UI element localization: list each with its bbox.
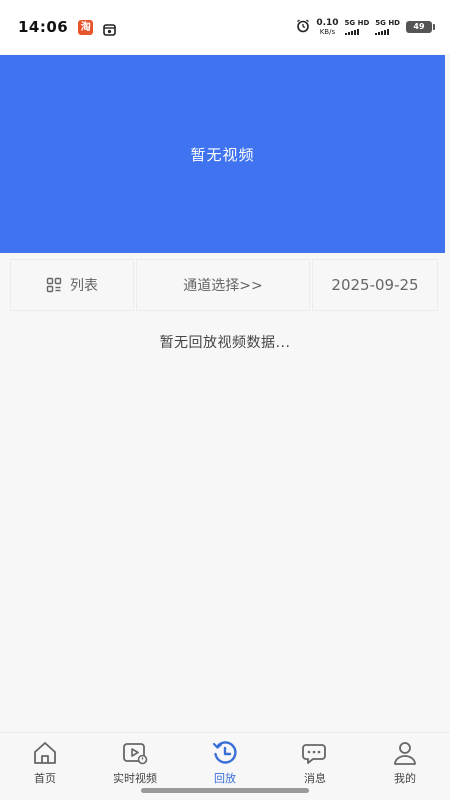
sim1-signal: 5G HD bbox=[344, 18, 370, 35]
tab-playback-label: 回放 bbox=[214, 772, 236, 785]
app-screen: 14:06 淘 0.10 KB/s 5G HD 5G HD 49 暂无视频 列表… bbox=[0, 0, 450, 800]
video-empty-text: 暂无视频 bbox=[190, 145, 255, 164]
signal-bars-icon bbox=[344, 28, 359, 35]
status-notification-icons: 淘 bbox=[78, 19, 117, 36]
date-picker-value: 2025-09-25 bbox=[331, 276, 419, 294]
profile-icon bbox=[391, 739, 419, 767]
alarm-icon bbox=[296, 18, 310, 37]
home-indicator[interactable] bbox=[141, 788, 309, 793]
live-video-icon bbox=[121, 739, 149, 767]
status-system-icons: 0.10 KB/s 5G HD 5G HD 49 bbox=[296, 17, 435, 37]
list-button-label: 列表 bbox=[70, 278, 98, 294]
home-icon bbox=[31, 739, 59, 767]
video-player[interactable]: 暂无视频 bbox=[0, 55, 445, 253]
calendar-icon bbox=[103, 21, 117, 36]
list-button[interactable]: 列表 bbox=[10, 259, 134, 311]
tab-profile-label: 我的 bbox=[394, 772, 416, 785]
tab-home-label: 首页 bbox=[34, 772, 56, 785]
tab-home[interactable]: 首页 bbox=[0, 733, 90, 800]
list-grid-icon bbox=[46, 277, 62, 293]
playback-controls: 列表 通道选择>> 2025-09-25 bbox=[10, 259, 438, 311]
message-icon bbox=[301, 739, 329, 767]
sim2-signal: 5G HD bbox=[375, 18, 400, 35]
tab-profile[interactable]: 我的 bbox=[360, 733, 450, 800]
status-time: 14:06 bbox=[18, 18, 69, 36]
network-speed-value: 0.10 bbox=[316, 17, 339, 28]
status-bar: 14:06 淘 0.10 KB/s 5G HD 5G HD 49 bbox=[0, 0, 450, 54]
battery-icon: 49 bbox=[406, 21, 435, 33]
taobao-app-icon: 淘 bbox=[78, 19, 94, 35]
network-speed-unit: KB/s bbox=[319, 27, 336, 36]
sim2-label: 5G HD bbox=[375, 18, 400, 27]
channel-select-button[interactable]: 通道选择>> bbox=[136, 259, 310, 311]
tab-messages-label: 消息 bbox=[304, 772, 326, 785]
playback-empty-text: 暂无回放视频数据... bbox=[159, 335, 291, 351]
sim1-label: 5G HD bbox=[344, 18, 370, 27]
channel-select-label: 通道选择>> bbox=[183, 278, 263, 294]
tab-live-video-label: 实时视频 bbox=[113, 772, 157, 785]
network-speed: 0.10 KB/s bbox=[316, 17, 339, 36]
playback-icon bbox=[211, 739, 239, 767]
date-picker-button[interactable]: 2025-09-25 bbox=[312, 259, 438, 311]
signal-bars-icon bbox=[375, 28, 390, 35]
